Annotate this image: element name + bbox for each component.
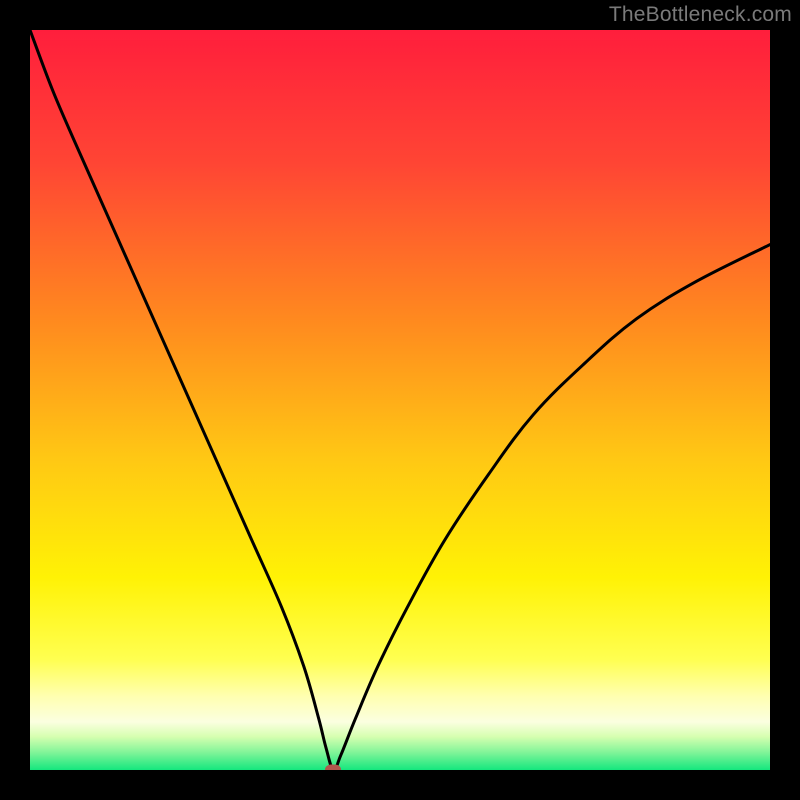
chart-frame: TheBottleneck.com xyxy=(0,0,800,800)
curve xyxy=(30,30,770,770)
plot-area xyxy=(30,30,770,770)
optimum-marker xyxy=(325,765,341,771)
watermark-text: TheBottleneck.com xyxy=(609,3,792,27)
